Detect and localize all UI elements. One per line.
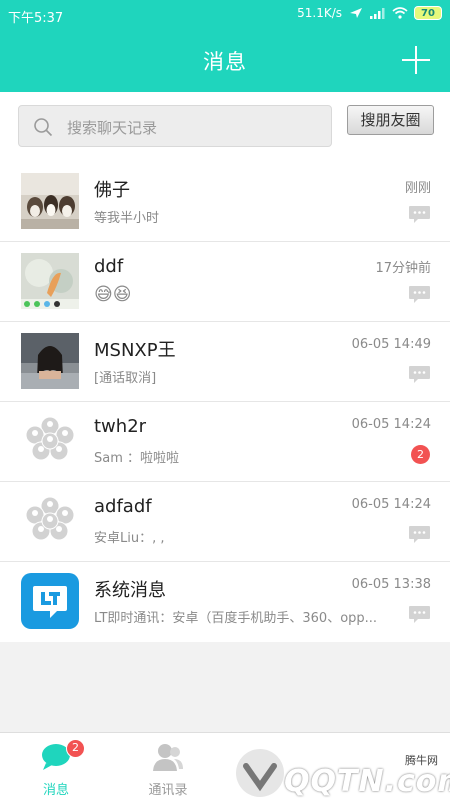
- system-message-icon: [21, 573, 79, 629]
- search-moments-button[interactable]: 搜朋友圈: [347, 105, 434, 135]
- conversation-item[interactable]: MSNXP王 [通话取消] 06-05 14:49: [0, 322, 450, 402]
- tab-label: 通讯录: [148, 783, 188, 798]
- status-indicators: 51.1K/s 70: [297, 6, 442, 20]
- watermark-logo: [236, 749, 284, 797]
- tab-messages[interactable]: 2 消息: [0, 733, 112, 800]
- location-icon: [350, 8, 362, 18]
- status-time: 下午5:37: [8, 11, 64, 26]
- contact-name: 系统消息: [94, 580, 166, 601]
- search-input[interactable]: 搜索聊天记录: [18, 105, 332, 147]
- message-time: 06-05 14:24: [351, 417, 431, 432]
- last-message: Sam ：啦啦啦: [94, 451, 180, 466]
- page-title: 消息: [203, 50, 247, 74]
- watermark: 腾牛网 QQTN.com: [232, 742, 450, 800]
- status-bar: 下午5:37 51.1K/s 70: [0, 0, 450, 30]
- plus-icon[interactable]: [402, 46, 430, 74]
- wifi-icon: [392, 7, 408, 19]
- last-message: LT即时通讯：安卓（百度手机助手、360、opp...: [94, 611, 378, 626]
- conversation-item[interactable]: 佛子 等我半小时 刚刚: [0, 162, 450, 242]
- avatar: [21, 333, 79, 389]
- avatar: [21, 173, 79, 229]
- contact-name: twh2r: [94, 416, 147, 437]
- group-avatar: [25, 496, 75, 541]
- network-speed: 51.1K/s: [297, 6, 342, 20]
- search-bar: 搜索聊天记录 搜朋友圈: [0, 92, 450, 162]
- last-message: [通话取消]: [94, 371, 157, 386]
- tab-contacts[interactable]: 通讯录: [112, 733, 224, 800]
- last-message: 😅😆: [94, 284, 132, 305]
- group-avatar: [25, 416, 75, 461]
- watermark-logo-text: QQTN.com: [284, 764, 450, 799]
- contact-name: ddf: [94, 256, 124, 277]
- chat-bubble-icon: [409, 606, 430, 623]
- conversation-list: 佛子 等我半小时 刚刚 ddf 😅😆 17分钟前 MSNXP王 [通话取消] 0…: [0, 162, 450, 642]
- search-placeholder: 搜索聊天记录: [67, 119, 158, 137]
- chat-bubble-icon: [409, 286, 430, 303]
- message-time: 06-05 13:38: [351, 577, 431, 592]
- conversation-item[interactable]: twh2r Sam ：啦啦啦 06-05 14:24 2: [0, 402, 450, 482]
- avatar: [21, 253, 79, 309]
- unread-badge: 2: [411, 445, 430, 464]
- conversation-item[interactable]: 系统消息 LT即时通讯：安卓（百度手机助手、360、opp... 06-05 1…: [0, 562, 450, 642]
- contact-name: adfadf: [94, 496, 152, 517]
- chat-bubble-icon: [409, 206, 430, 223]
- contact-name: 佛子: [94, 180, 130, 201]
- message-time: 17分钟前: [375, 261, 431, 276]
- last-message: 安卓Liu：, ,: [94, 531, 165, 546]
- tab-label: 消息: [42, 783, 69, 798]
- search-icon: [34, 118, 53, 137]
- signal-icon: [370, 8, 385, 19]
- message-time: 06-05 14:24: [351, 497, 431, 512]
- battery-indicator: 70: [414, 6, 442, 20]
- unread-badge: 2: [66, 739, 85, 758]
- conversation-item[interactable]: ddf 😅😆 17分钟前: [0, 242, 450, 322]
- chat-bubble-icon: [409, 366, 430, 383]
- contacts-icon: [153, 744, 183, 771]
- chat-bubble-icon: [409, 526, 430, 543]
- last-message: 等我半小时: [94, 211, 160, 226]
- conversation-item[interactable]: adfadf 安卓Liu：, , 06-05 14:24: [0, 482, 450, 562]
- message-time: 06-05 14:49: [351, 337, 431, 352]
- contact-name: MSNXP王: [94, 340, 176, 361]
- message-time: 刚刚: [404, 181, 431, 196]
- app-header: 消息: [0, 30, 450, 92]
